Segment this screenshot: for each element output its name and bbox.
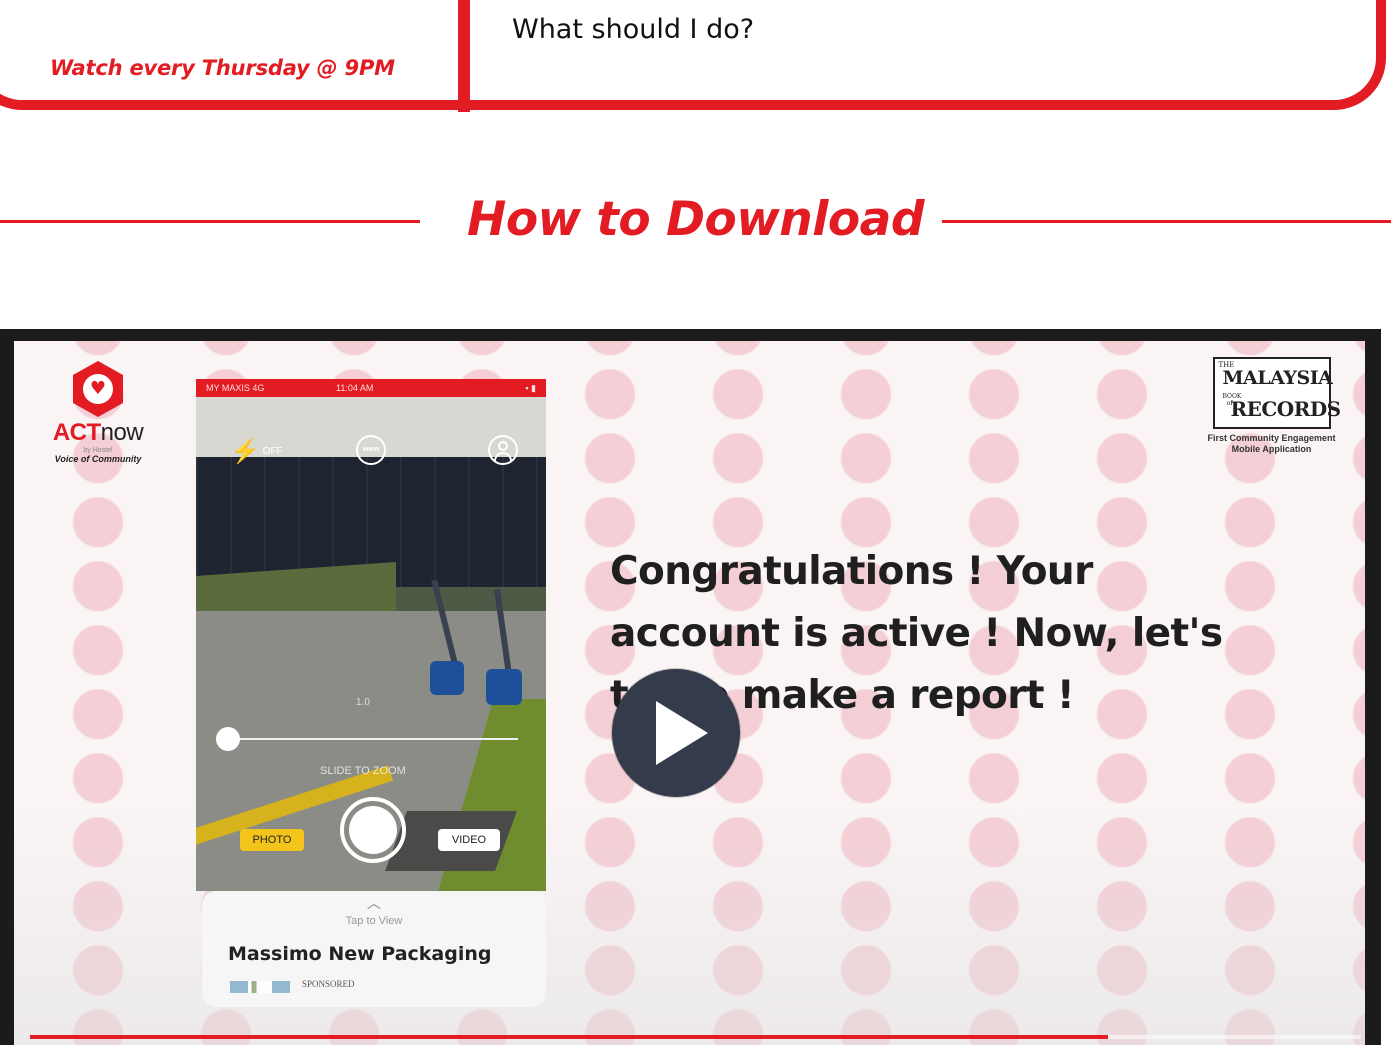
records-caption: First Community Engagement Mobile Applic…: [1207, 433, 1336, 454]
barrel: [430, 661, 464, 695]
video-progress-bar[interactable]: [30, 1035, 1361, 1039]
sponsored-sheet: ︿ Tap to View Massimo New Packaging SPON…: [202, 891, 546, 1007]
brand-tagline: Voice of Community: [54, 454, 142, 464]
phone-status-bar: MY MAXIS 4G 11:04 AM ▪ ▮: [196, 379, 546, 397]
video-progress-fill: [30, 1035, 1109, 1039]
chevron-up-icon: ︿: [367, 896, 381, 912]
play-button[interactable]: [612, 669, 740, 797]
sponsored-title: Massimo New Packaging: [228, 943, 492, 965]
zoom-slider-track: [228, 738, 518, 740]
globe-icon: www: [356, 435, 386, 465]
schedule-text: Watch every Thursday @ 9PM: [50, 56, 395, 80]
brand-by: by Hostel: [83, 447, 113, 454]
sponsored-thumbnail: [230, 981, 290, 993]
zoom-hint: SLIDE TO ZOOM: [320, 765, 406, 777]
question-text: What should I do?: [512, 14, 755, 45]
video-player[interactable]: ♥ ACTnow by Hostel Voice of Community TH…: [0, 329, 1381, 1045]
zoom-value: 1.0: [356, 697, 370, 708]
records-logo: THE MALAYSIA BOOK of RECORDS: [1212, 357, 1341, 429]
shutter-button: [340, 797, 406, 863]
barrel: [486, 669, 522, 705]
malaysia-book-of-records-badge: THE MALAYSIA BOOK of RECORDS First Commu…: [1184, 357, 1359, 455]
flash-toggle: ⚡ OFF: [230, 438, 283, 465]
phone-screenshot: MY MAXIS 4G 11:04 AM ▪ ▮ ⚡ OFF www 1.0 S…: [196, 379, 546, 891]
profile-icon: [488, 435, 518, 465]
heart-hand-icon: ♥: [73, 361, 123, 417]
card-divider: [458, 0, 470, 112]
photo-mode-button: PHOTO: [240, 829, 304, 851]
flash-icon: ⚡: [230, 438, 260, 465]
video-mode-button: VIDEO: [438, 829, 500, 851]
tap-to-view-label: Tap to View: [345, 915, 403, 927]
actnow-logo: ♥ ACTnow by Hostel Voice of Community: [38, 361, 158, 464]
battery-icon: ▪ ▮: [525, 383, 536, 393]
brand-name: ACTnow: [52, 419, 144, 446]
sponsored-label: SPONSORED: [302, 979, 355, 989]
zoom-slider-thumb: [216, 727, 240, 751]
section-heading: How to Download: [467, 192, 924, 247]
